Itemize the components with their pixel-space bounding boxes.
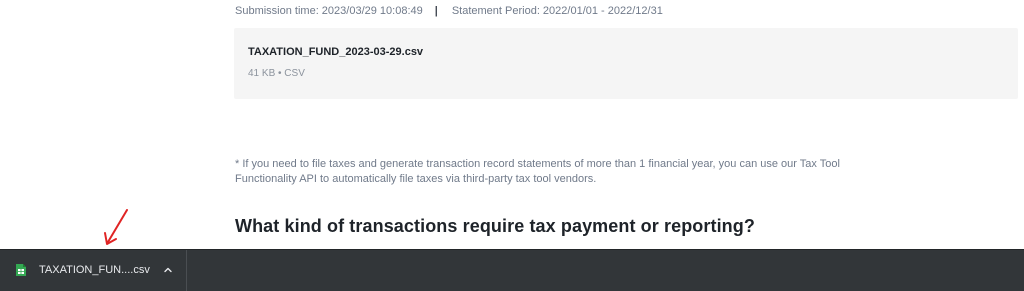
statement-period: Statement Period: 2022/01/01 - 2022/12/3…: [451, 5, 663, 17]
download-item-label[interactable]: TAXATION_FUN....csv: [39, 264, 150, 276]
meta-separator: |: [434, 5, 438, 17]
statement-file-name[interactable]: TAXATION_FUND_2023-03-29.csv: [248, 46, 423, 58]
statement-meta-row: Submission time: 2023/03/29 10:08:49 | S…: [235, 5, 663, 17]
statement-file-card[interactable]: TAXATION_FUND_2023-03-29.csv 41 KB • CSV: [234, 28, 1018, 99]
submission-time: Submission time: 2023/03/29 10:08:49: [235, 5, 423, 17]
download-bar: TAXATION_FUN....csv: [0, 249, 1024, 291]
chevron-up-icon[interactable]: [163, 265, 173, 275]
section-heading: What kind of transactions require tax pa…: [235, 216, 755, 236]
spreadsheet-file-icon: [16, 264, 26, 276]
annotation-arrow-icon: [104, 209, 128, 245]
download-item[interactable]: TAXATION_FUN....csv: [0, 250, 187, 291]
page-content: Submission time: 2023/03/29 10:08:49 | S…: [0, 0, 1024, 249]
tax-tool-note: * If you need to file taxes and generate…: [235, 158, 840, 185]
statement-file-info: 41 KB • CSV: [248, 68, 305, 79]
